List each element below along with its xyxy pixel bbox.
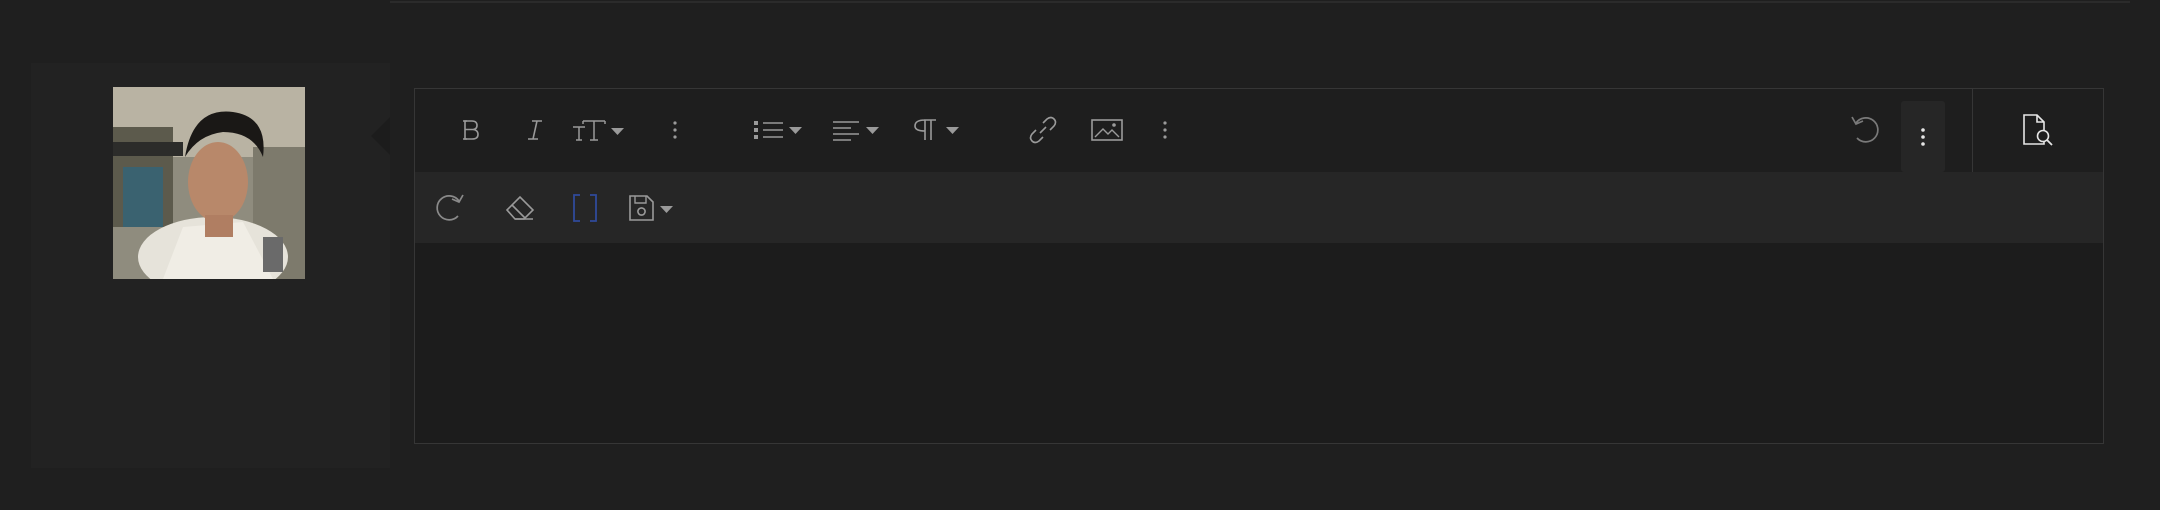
more-insert-button[interactable] (1155, 110, 1175, 150)
clear-formatting-icon (505, 195, 535, 220)
bold-button[interactable] (451, 110, 491, 150)
clear-formatting-button[interactable] (500, 188, 540, 228)
more-text-options-icon (673, 121, 677, 139)
redo-button[interactable] (430, 188, 470, 228)
italic-button[interactable] (515, 110, 555, 150)
list-icon (754, 121, 802, 139)
avatar[interactable] (113, 87, 305, 279)
user-avatar-photo-icon (113, 87, 305, 279)
paragraph-format-button[interactable] (909, 110, 969, 150)
preview-button[interactable] (2015, 110, 2059, 150)
insert-image-icon (1091, 119, 1123, 141)
save-draft-icon (629, 195, 673, 221)
font-size-button[interactable] (570, 110, 630, 150)
more-text-button[interactable] (665, 110, 685, 150)
more-insert-options-icon (1163, 121, 1167, 139)
editor-content-area[interactable] (415, 243, 2103, 443)
preview-icon (2023, 114, 2053, 146)
bold-icon (463, 120, 479, 140)
align-icon (833, 121, 879, 141)
editor-toolbar-row-2 (415, 172, 2103, 243)
rich-text-editor (414, 88, 2104, 444)
editor-toolbar-row-1 (415, 89, 2103, 172)
bbcode-toggle-button[interactable] (565, 188, 605, 228)
toolbar-divider (1972, 89, 1973, 172)
more-toolbar-button[interactable] (1901, 101, 1945, 172)
insert-image-button[interactable] (1087, 110, 1127, 150)
italic-icon (528, 120, 542, 140)
bbcode-toggle-icon (573, 194, 597, 222)
insert-link-icon (1029, 116, 1057, 144)
font-size-icon (573, 120, 624, 141)
save-draft-button[interactable] (625, 188, 685, 228)
insert-link-button[interactable] (1023, 110, 1063, 150)
more-toolbar-icon (1921, 127, 1925, 146)
undo-button[interactable] (1845, 110, 1885, 150)
list-button[interactable] (750, 110, 810, 150)
editor-content (415, 243, 416, 244)
undo-icon (1851, 116, 1879, 143)
top-divider (390, 1, 2130, 3)
redo-icon (436, 194, 464, 221)
align-button[interactable] (829, 110, 889, 150)
message-pointer-arrow (371, 117, 390, 155)
message-user-panel (31, 63, 390, 468)
paragraph-format-icon (914, 119, 959, 140)
